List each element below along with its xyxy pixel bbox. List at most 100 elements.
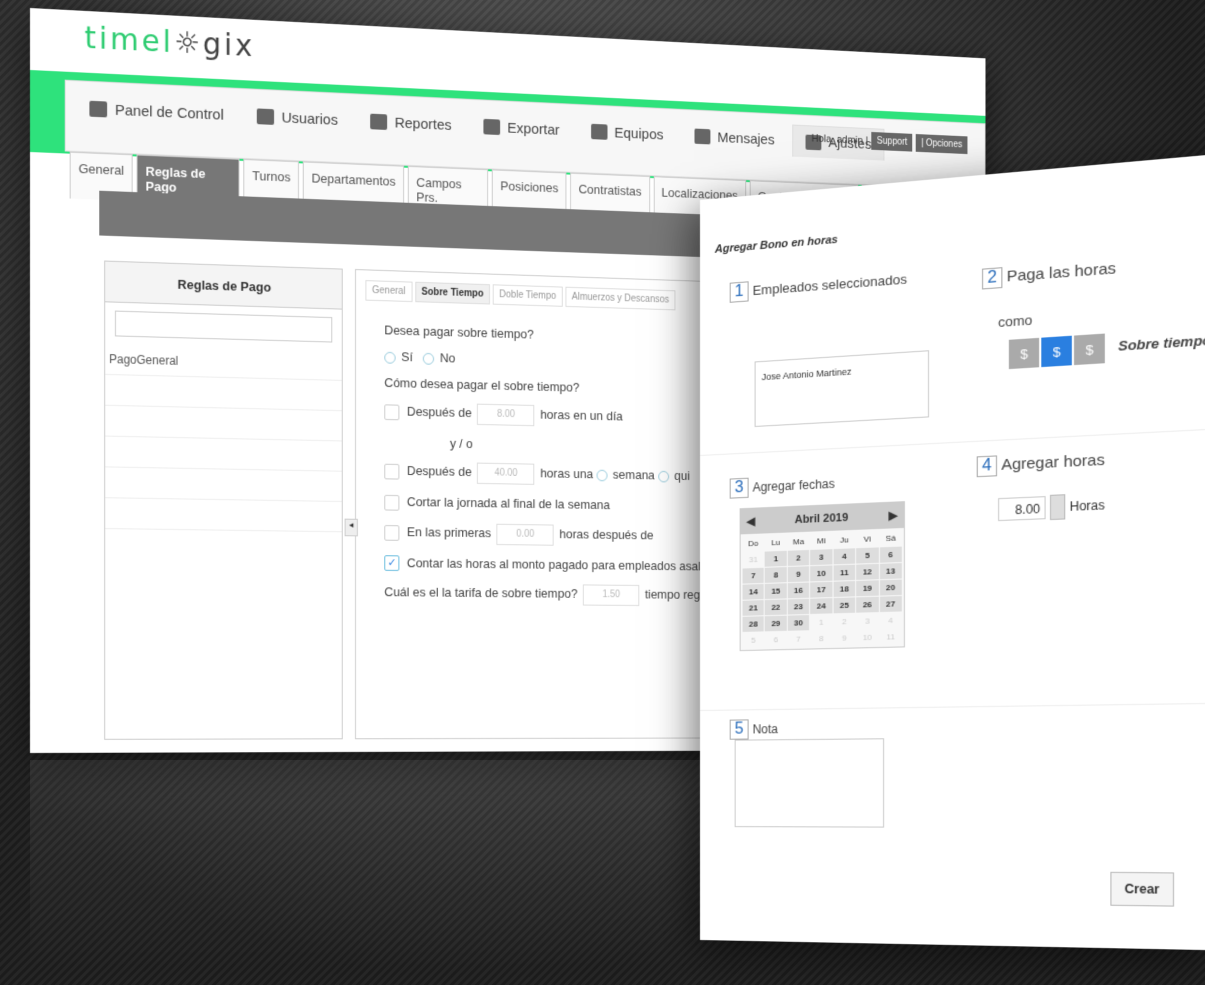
label: tiempo reg — [644, 587, 701, 603]
calendar-day[interactable]: 2 — [833, 614, 855, 630]
overtime-pay-button[interactable]: $ — [1041, 335, 1072, 368]
calendar-day[interactable]: 5 — [856, 547, 879, 564]
calendar-day[interactable]: 2 — [787, 549, 810, 566]
hours-day-input[interactable]: 8.00 — [477, 403, 535, 427]
nav-label: Reportes — [394, 114, 452, 134]
week-radio[interactable] — [596, 469, 608, 482]
q-radio[interactable] — [658, 470, 669, 483]
cut-checkbox[interactable] — [384, 494, 400, 511]
devices-icon — [590, 123, 608, 140]
search-input[interactable] — [114, 310, 333, 343]
step-number: 5 — [729, 719, 749, 740]
day-of-week: Ju — [839, 535, 849, 545]
hours-spinner[interactable] — [1049, 494, 1066, 521]
calendar-day[interactable]: 6 — [765, 632, 787, 648]
nav-label: Equipos — [614, 124, 664, 143]
rule-tab[interactable]: General — [365, 280, 413, 303]
note-textarea[interactable] — [734, 738, 885, 828]
export-icon — [483, 118, 500, 136]
no-radio[interactable] — [422, 352, 435, 365]
calendar-day[interactable]: 10 — [856, 630, 878, 646]
calendar-day[interactable]: 8 — [810, 631, 832, 647]
calendar-day[interactable]: 9 — [833, 630, 855, 646]
message-icon — [694, 128, 711, 145]
rate-input[interactable]: 1.50 — [582, 584, 640, 607]
calendar-day[interactable]: 7 — [788, 631, 810, 647]
calendar-day[interactable]: 20 — [879, 579, 902, 596]
prev-month-icon[interactable]: ◀ — [747, 515, 755, 528]
calendar-day[interactable]: 4 — [879, 612, 901, 628]
calendar-day[interactable]: 13 — [879, 563, 902, 580]
calendar-day[interactable]: 9 — [787, 566, 810, 583]
calendar-day[interactable]: 19 — [856, 580, 879, 597]
calendar-day[interactable]: 4 — [833, 548, 856, 565]
employee-name: Jose Antonio Martinez — [761, 366, 852, 383]
rule-tab[interactable]: Doble Tiempo — [492, 284, 563, 307]
nav-item-usuarios[interactable]: Usuarios — [243, 98, 352, 138]
calendar-day[interactable]: 6 — [879, 546, 902, 563]
day-of-week: Mi — [816, 536, 826, 546]
section-employees: 1 Empleados seleccionados — [729, 269, 907, 303]
calendar-day[interactable]: 16 — [787, 582, 810, 599]
calendar-day[interactable]: 8 — [765, 567, 787, 583]
calendar-day[interactable]: 11 — [833, 564, 856, 581]
hours-input[interactable]: 8.00 — [998, 496, 1046, 522]
add-bonus-dialog: Agregar Bono en horas 1 Empleados selecci… — [700, 153, 1205, 951]
calendar-day[interactable]: 3 — [810, 549, 833, 566]
rule-tab[interactable]: Almuerzos y Descansos — [565, 286, 676, 311]
calendar-day[interactable]: 28 — [742, 616, 765, 632]
nav-item-exportar[interactable]: Exportar — [470, 109, 573, 147]
calendar-day[interactable]: 11 — [879, 629, 901, 645]
next-month-icon[interactable]: ▶ — [889, 509, 898, 523]
regular-pay-button[interactable]: $ — [1008, 337, 1040, 370]
calendar-day[interactable]: 17 — [810, 581, 833, 598]
calendar-day[interactable]: 10 — [810, 565, 833, 582]
calendar-day[interactable]: 5 — [743, 632, 764, 648]
nav-item-panel-de-control[interactable]: Panel de Control — [75, 91, 238, 133]
options-button[interactable]: | Opciones — [916, 134, 968, 155]
calendar-day[interactable]: 18 — [833, 581, 856, 598]
calendar-day[interactable]: 21 — [742, 600, 765, 616]
calendar-day[interactable]: 1 — [765, 550, 787, 567]
after-week-checkbox[interactable] — [384, 463, 400, 480]
section-label: Paga las horas — [1006, 259, 1116, 286]
rule-tab[interactable]: Sobre Tiempo — [414, 281, 490, 305]
nav-item-equipos[interactable]: Equipos — [577, 114, 677, 152]
calendar-day[interactable]: 27 — [879, 595, 902, 613]
count-checkbox[interactable]: ✓ — [384, 555, 400, 572]
nav-item-mensajes[interactable]: Mensajes — [681, 119, 787, 157]
after-day-checkbox[interactable] — [384, 404, 400, 421]
calendar-day[interactable]: 14 — [742, 583, 765, 600]
calendar-day[interactable]: 29 — [765, 615, 787, 632]
nav-item-reportes[interactable]: Reportes — [356, 104, 465, 143]
collapse-icon[interactable]: ◂ — [344, 518, 358, 537]
hours-week-input[interactable]: 40.00 — [477, 462, 535, 485]
calendar-day[interactable]: 1 — [810, 614, 832, 630]
pay-type-group: $ $ $ — [1008, 333, 1105, 370]
dashboard-icon — [89, 100, 108, 118]
calendar-day[interactable]: 12 — [856, 563, 879, 580]
first-checkbox[interactable] — [384, 524, 400, 541]
first-hours-input[interactable]: 0.00 — [496, 523, 554, 546]
nav-label: Usuarios — [281, 109, 338, 129]
label: Después de — [406, 404, 472, 421]
employees-box[interactable]: Jose Antonio Martinez — [754, 350, 930, 427]
nav-label: Exportar — [507, 119, 560, 139]
double-pay-button[interactable]: $ — [1074, 333, 1105, 366]
calendar-day[interactable]: 25 — [833, 597, 856, 614]
calendar-day[interactable]: 15 — [765, 583, 787, 600]
create-button[interactable]: Crear — [1109, 871, 1175, 907]
calendar-day[interactable]: 26 — [856, 596, 879, 613]
calendar-day[interactable]: 31 — [743, 552, 764, 568]
yes-radio[interactable] — [384, 351, 396, 364]
calendar-day[interactable]: 24 — [810, 598, 833, 614]
calendar-day[interactable]: 7 — [742, 567, 765, 584]
support-button[interactable]: Support — [871, 131, 913, 152]
calendar-day[interactable]: 30 — [787, 615, 810, 631]
calendar-day[interactable]: 22 — [765, 599, 787, 616]
nav-label: Mensajes — [717, 129, 775, 148]
label: horas después de — [559, 526, 654, 543]
calendar-day[interactable]: 3 — [856, 613, 878, 629]
calendar-day[interactable]: 23 — [787, 598, 810, 615]
step-number: 2 — [982, 267, 1003, 290]
